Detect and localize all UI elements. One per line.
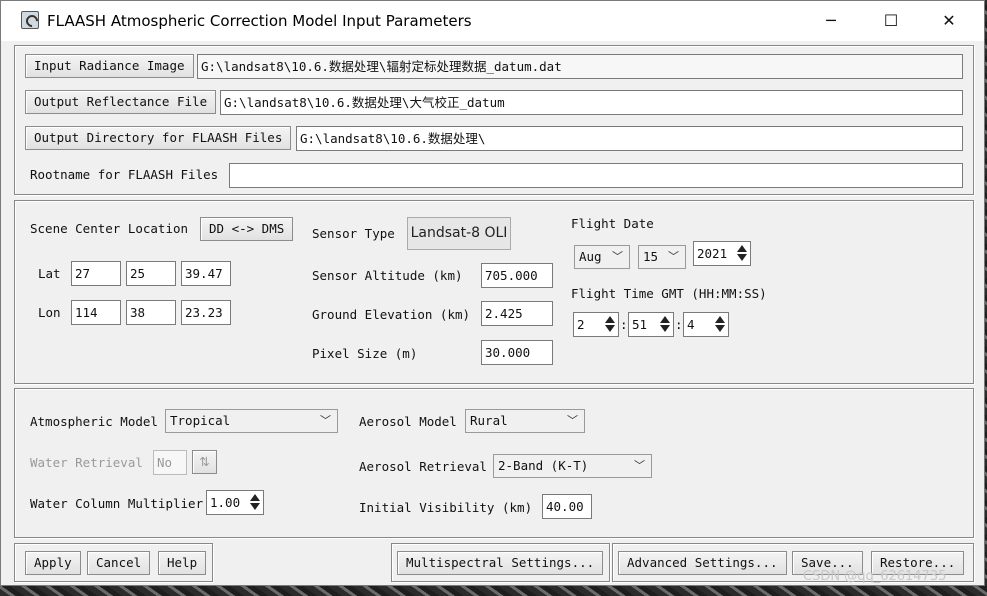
sensor-type-label: Sensor Type <box>312 226 395 241</box>
flight-time-label: Flight Time GMT (HH:MM:SS) <box>571 286 767 301</box>
lat-minutes[interactable]: 25 <box>126 261 176 286</box>
flight-hour-value: 2 <box>577 317 585 332</box>
apply-button[interactable]: Apply <box>25 551 81 575</box>
ground-elevation-input[interactable]: 2.425 <box>481 301 553 326</box>
spin-arrows-icon[interactable] <box>736 244 748 263</box>
input-radiance-path[interactable]: G:\landsat8\10.6.数据处理\辐射定标处理数据_datum.dat <box>197 54 963 79</box>
spin-arrows-icon[interactable] <box>249 493 261 512</box>
envi-app-icon <box>21 11 39 29</box>
initial-visibility-input[interactable]: 40.00 <box>542 494 592 519</box>
spin-arrows-icon[interactable] <box>714 315 726 334</box>
output-directory-button[interactable]: Output Directory for FLAASH Files <box>25 126 292 150</box>
help-button[interactable]: Help <box>158 551 207 575</box>
window-title: FLAASH Atmospheric Correction Model Inpu… <box>47 12 472 30</box>
output-reflectance-button[interactable]: Output Reflectance File <box>25 90 217 114</box>
time-separator: : <box>675 317 683 332</box>
flight-month-value: Aug <box>579 249 602 264</box>
chevron-down-icon: ﹀ <box>567 414 578 427</box>
rootname-input[interactable] <box>229 163 963 188</box>
input-radiance-button[interactable]: Input Radiance Image <box>25 54 194 78</box>
aerosol-model-value: Rural <box>470 413 508 428</box>
flight-second-spinner[interactable]: 4 <box>683 312 729 337</box>
water-column-multiplier-spinner[interactable]: 1.00 <box>206 490 264 515</box>
toggle-arrows-icon: ⇅ <box>192 450 217 474</box>
water-column-multiplier-value: 1.00 <box>210 495 241 510</box>
flight-minute-spinner[interactable]: 51 <box>628 312 674 337</box>
chevron-down-icon: ﹀ <box>634 459 645 472</box>
close-button[interactable]: ✕ <box>919 1 979 41</box>
flight-minute-value: 51 <box>632 317 648 332</box>
multispectral-settings-button[interactable]: Multispectral Settings... <box>397 551 604 575</box>
spin-arrows-icon[interactable] <box>659 315 671 334</box>
output-directory-path[interactable]: G:\landsat8\10.6.数据处理\ <box>296 126 963 151</box>
lon-minutes[interactable]: 38 <box>126 300 176 325</box>
flight-month-select[interactable]: Aug ﹀ <box>574 245 630 269</box>
pixel-size-input[interactable]: 30.000 <box>481 340 553 365</box>
water-retrieval-label: Water Retrieval <box>30 455 143 470</box>
dd-dms-button[interactable]: DD <-> DMS <box>200 217 294 241</box>
sensor-altitude-input[interactable]: 705.000 <box>481 263 553 288</box>
flight-day-value: 15 <box>643 249 659 264</box>
title-bar: FLAASH Atmospheric Correction Model Inpu… <box>1 1 984 41</box>
aerosol-retrieval-value: 2-Band (K-T) <box>498 458 589 473</box>
water-column-multiplier-label: Water Column Multiplier <box>30 496 204 511</box>
aerosol-model-select[interactable]: Rural ﹀ <box>465 409 585 433</box>
maximize-button[interactable]: ☐ <box>861 1 921 41</box>
chevron-down-icon: ﹀ <box>612 250 623 263</box>
atmospheric-model-value: Tropical <box>170 413 231 428</box>
cancel-button[interactable]: Cancel <box>87 551 151 575</box>
flight-year-value: 2021 <box>697 246 728 261</box>
atmospheric-model-label: Atmospheric Model <box>30 414 158 429</box>
initial-visibility-label: Initial Visibility (km) <box>359 500 533 515</box>
lat-degrees[interactable]: 27 <box>71 261 121 286</box>
flight-date-label: Flight Date <box>571 216 654 231</box>
chevron-down-icon: ﹀ <box>320 414 331 427</box>
lon-label: Lon <box>38 305 61 320</box>
flaash-dialog: FLAASH Atmospheric Correction Model Inpu… <box>0 0 985 586</box>
flight-hour-spinner[interactable]: 2 <box>573 312 619 337</box>
output-reflectance-path[interactable]: G:\landsat8\10.6.数据处理\大气校正_datum <box>220 90 963 115</box>
advanced-settings-button[interactable]: Advanced Settings... <box>618 551 787 575</box>
lat-seconds[interactable]: 39.47 <box>181 261 231 286</box>
water-retrieval-value: No <box>153 450 187 475</box>
spin-arrows-icon[interactable] <box>604 315 616 334</box>
chevron-down-icon: ﹀ <box>668 250 679 263</box>
time-separator: : <box>620 317 628 332</box>
lon-degrees[interactable]: 114 <box>71 300 121 325</box>
aerosol-model-label: Aerosol Model <box>359 414 457 429</box>
lon-seconds[interactable]: 23.23 <box>181 300 231 325</box>
aerosol-retrieval-select[interactable]: 2-Band (K-T) ﹀ <box>493 454 652 478</box>
flight-day-select[interactable]: 15 ﹀ <box>638 245 686 269</box>
flight-second-value: 4 <box>687 317 695 332</box>
rootname-label: Rootname for FLAASH Files <box>30 167 219 182</box>
flight-year-spinner[interactable]: 2021 <box>693 241 751 266</box>
scene-center-label: Scene Center Location <box>30 221 189 236</box>
sensor-altitude-label: Sensor Altitude (km) <box>312 268 463 283</box>
lat-label: Lat <box>38 266 61 281</box>
atmospheric-model-select[interactable]: Tropical ﹀ <box>165 409 338 433</box>
sensor-type-button[interactable]: Landsat-8 OLI <box>407 217 511 250</box>
aerosol-retrieval-label: Aerosol Retrieval <box>359 459 487 474</box>
pixel-size-label: Pixel Size (m) <box>312 346 418 361</box>
ground-elevation-label: Ground Elevation (km) <box>312 307 471 322</box>
minimize-button[interactable]: ─ <box>801 1 861 41</box>
watermark-text: CSDN @qq_62614735 <box>803 569 947 584</box>
